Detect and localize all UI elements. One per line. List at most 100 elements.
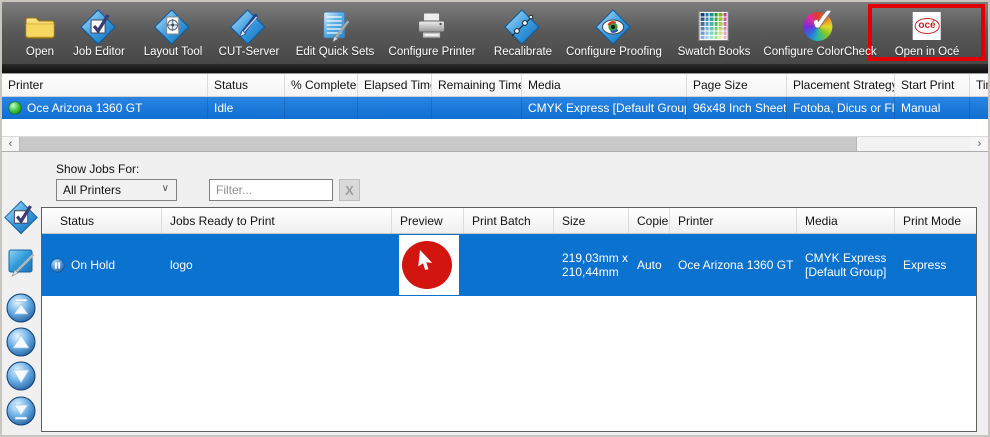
col-print-batch[interactable]: Print Batch <box>464 208 554 233</box>
toolbar-button-label: Edit Quick Sets <box>296 46 375 58</box>
job-printer-cell: Oce Arizona 1360 GT <box>670 234 797 296</box>
open-in-oce-button[interactable]: océ Open in Océ <box>895 7 960 58</box>
col-copies[interactable]: Copies <box>629 208 670 233</box>
col-size[interactable]: Size <box>554 208 629 233</box>
arrow-up-icon <box>5 326 37 358</box>
toolbar-button-label: Job Editor <box>73 46 125 58</box>
printer-media-cell: CMYK Express [Default Group] <box>522 97 687 119</box>
clear-filter-button[interactable]: X <box>339 179 360 201</box>
col-start-print[interactable]: Start Print <box>895 74 970 96</box>
printer-table-header: Printer Status % Complete Elapsed Time R… <box>2 74 988 97</box>
toolbar-button-label: Configure ColorCheck <box>763 46 876 58</box>
col-jobs-ready[interactable]: Jobs Ready to Print <box>162 208 392 233</box>
job-preview-cell <box>392 234 464 296</box>
job-copies-cell: Auto <box>629 234 670 296</box>
toolbar-button-label: Open <box>26 46 54 58</box>
show-jobs-for-label: Show Jobs For: <box>56 162 139 176</box>
chevron-down-icon: ∨ <box>162 183 169 194</box>
toolbar-button-label: Swatch Books <box>678 46 751 58</box>
job-name-cell: logo <box>162 234 392 296</box>
app-window: Open Job Editor <box>0 0 990 437</box>
open-button[interactable]: Open <box>23 7 57 58</box>
oce-logo-icon: océ <box>913 7 941 45</box>
toolbar-button-label: Layout Tool <box>144 46 203 58</box>
job-editor-button[interactable]: Job Editor <box>73 7 125 58</box>
jobs-table: Status Jobs Ready to Print Preview Print… <box>41 207 977 432</box>
printer-percent-cell <box>285 97 358 119</box>
move-job-to-bottom-button[interactable] <box>5 395 37 432</box>
col-placement-strategy[interactable]: Placement Strategy <box>787 74 895 96</box>
cut-server-button[interactable]: CUT-Server <box>219 7 280 58</box>
col-preview[interactable]: Preview <box>392 208 464 233</box>
main-toolbar: Open Job Editor <box>2 2 988 64</box>
scrollbar-thumb[interactable] <box>19 137 857 151</box>
recalibrate-button[interactable]: Recalibrate <box>494 7 552 58</box>
printer-status-cell: Idle <box>208 97 285 119</box>
toolbar-button-label: Open in Océ <box>895 46 960 58</box>
toolbar-button-label: Configure Proofing <box>566 46 662 58</box>
printer-icon <box>415 7 449 45</box>
printer-status-green-icon <box>8 101 22 115</box>
col-remaining-time[interactable]: Remaining Time <box>432 74 522 96</box>
col-status[interactable]: Status <box>208 74 285 96</box>
notepad-pencil-icon <box>318 7 352 45</box>
toolbar-button-label: Recalibrate <box>494 46 552 58</box>
printer-filter-value: All Printers <box>63 183 121 197</box>
move-job-to-top-button[interactable] <box>5 292 37 329</box>
configure-proofing-button[interactable]: Configure Proofing <box>566 7 662 58</box>
colorwheel-check-icon: ✓ <box>803 7 837 45</box>
printer-elapsed-cell <box>358 97 432 119</box>
col-page-size[interactable]: Page Size <box>687 74 787 96</box>
col-media[interactable]: Media <box>522 74 687 96</box>
arrow-down-bar-icon <box>5 395 37 427</box>
printer-table-empty-area <box>2 119 988 136</box>
job-size-cell: 219,03mm x 210,44mm <box>554 234 629 296</box>
printer-page-size-cell: 96x48 Inch Sheet <box>687 97 787 119</box>
edit-quick-sets-side-button[interactable] <box>5 245 38 283</box>
printer-placement-cell: Fotoba, Dicus or Fl... <box>787 97 895 119</box>
horizontal-scrollbar: ‹ › <box>2 136 988 151</box>
printer-remaining-cell <box>432 97 522 119</box>
filter-input[interactable] <box>209 179 333 201</box>
move-job-up-button[interactable] <box>5 326 37 363</box>
printer-row-selected[interactable]: Oce Arizona 1360 GT Idle CMYK Express [D… <box>2 97 988 119</box>
job-status-cell: On Hold <box>42 234 162 296</box>
printer-filter-select[interactable]: All Printers ∨ <box>56 179 177 201</box>
job-row-selected[interactable]: On Hold logo 219,03mm x 210,44mm Auto Oc… <box>42 234 976 296</box>
scrollbar-track[interactable] <box>857 137 971 151</box>
configure-colorcheck-button[interactable]: ✓ Configure ColorCheck <box>763 7 876 58</box>
printer-start-print-cell: Manual <box>895 97 970 119</box>
printer-time-cell <box>970 97 988 119</box>
toolbar-button-label: Configure Printer <box>389 46 476 58</box>
edit-quick-sets-button[interactable]: Edit Quick Sets <box>296 7 375 58</box>
folder-icon <box>23 7 57 45</box>
edit-job-button[interactable] <box>3 198 41 240</box>
job-preview-thumbnail <box>399 235 459 295</box>
diamond-pen-icon <box>229 7 269 45</box>
notepad-pencil-icon <box>5 245 38 278</box>
diamond-nodes-icon <box>503 7 543 45</box>
col-percent-complete[interactable]: % Complete <box>285 74 358 96</box>
diamond-eye-icon <box>594 7 634 45</box>
scroll-left-button[interactable]: ‹ <box>2 137 19 151</box>
arrow-up-bar-icon <box>5 292 37 324</box>
printer-table: Printer Status % Complete Elapsed Time R… <box>2 73 988 152</box>
col-elapsed-time[interactable]: Elapsed Time <box>358 74 432 96</box>
toolbar-button-label: CUT-Server <box>219 46 280 58</box>
configure-printer-button[interactable]: Configure Printer <box>389 7 476 58</box>
jobs-table-header: Status Jobs Ready to Print Preview Print… <box>42 208 976 234</box>
scroll-right-button[interactable]: › <box>971 137 988 151</box>
col-job-printer[interactable]: Printer <box>670 208 797 233</box>
toolbar-divider <box>2 64 988 73</box>
job-print-mode-cell: Express <box>895 234 977 296</box>
move-job-down-button[interactable] <box>5 360 37 397</box>
job-media-cell: CMYK Express [Default Group] <box>797 234 895 296</box>
col-job-status[interactable]: Status <box>42 208 162 233</box>
col-printer[interactable]: Printer <box>2 74 208 96</box>
job-print-batch-cell <box>464 234 554 296</box>
swatch-books-button[interactable]: Swatch Books <box>678 7 751 58</box>
col-job-media[interactable]: Media <box>797 208 895 233</box>
col-print-mode[interactable]: Print Mode <box>895 208 977 233</box>
col-time[interactable]: Time <box>970 74 988 96</box>
layout-tool-button[interactable]: Layout Tool <box>144 7 203 58</box>
